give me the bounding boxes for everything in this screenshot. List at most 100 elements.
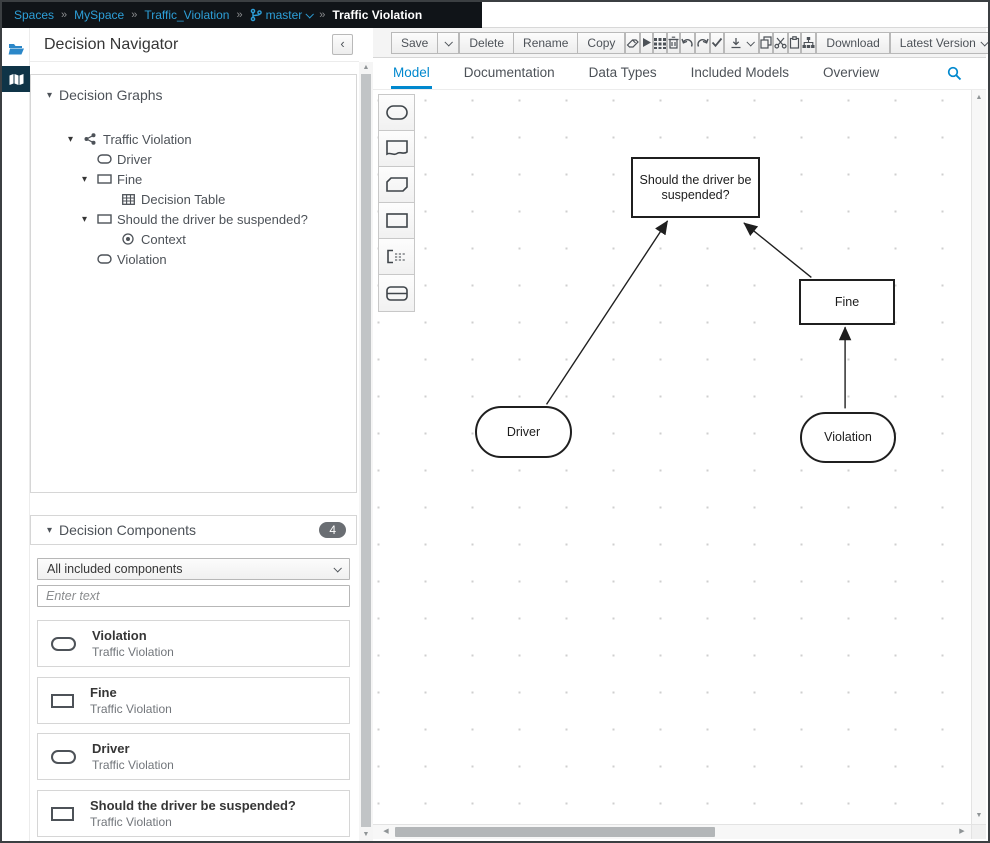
input-data-icon xyxy=(51,637,76,651)
tab-included-models[interactable]: Included Models xyxy=(689,58,791,89)
tree-item-driver[interactable]: ▾ Driver xyxy=(31,149,356,169)
copy-button[interactable]: Copy xyxy=(578,32,625,54)
scrollbar-thumb[interactable] xyxy=(361,74,371,827)
save-button[interactable]: Save xyxy=(391,32,438,54)
collapse-panel-button[interactable]: ‹ xyxy=(332,34,353,55)
tree-item-violation[interactable]: ▾ Violation xyxy=(31,249,356,269)
decision-table-icon xyxy=(120,194,136,205)
business-knowledge-model-icon xyxy=(386,177,408,192)
input-data-icon xyxy=(51,750,76,764)
component-card-suspended[interactable]: Should the driver be suspended? Traffic … xyxy=(37,790,350,837)
copy-selection-button[interactable] xyxy=(759,32,773,54)
decision-icon xyxy=(386,213,408,228)
caret-down-icon[interactable]: ▾ xyxy=(64,134,77,145)
scroll-down-icon[interactable]: ▼ xyxy=(359,829,373,841)
knowledge-source-icon xyxy=(386,140,408,157)
edge-fine-to-suspended xyxy=(744,223,811,278)
clone-icon xyxy=(760,36,772,49)
clear-canvas-button[interactable] xyxy=(625,32,640,54)
download-button[interactable]: Download xyxy=(816,32,889,54)
cut-icon xyxy=(774,37,787,49)
palette-text-annotation[interactable] xyxy=(379,239,414,275)
chevron-down-icon xyxy=(445,38,453,46)
delete-button[interactable]: Delete xyxy=(459,32,514,54)
decision-navigator-dock-item[interactable] xyxy=(2,66,30,92)
component-card-fine[interactable]: Fine Traffic Violation xyxy=(37,677,350,724)
grid-icon xyxy=(654,37,666,49)
scroll-left-icon[interactable]: ◀ xyxy=(379,825,393,839)
export-menu-button[interactable] xyxy=(724,32,759,54)
preview-grid-button[interactable] xyxy=(653,32,667,54)
scroll-right-icon[interactable]: ▶ xyxy=(955,825,969,839)
perform-automatic-layout-button[interactable] xyxy=(801,32,816,54)
tab-overview[interactable]: Overview xyxy=(821,58,881,89)
redo-button[interactable] xyxy=(695,32,710,54)
decision-service-icon xyxy=(386,286,408,301)
panel-title: Decision Navigator xyxy=(44,36,178,54)
chevron-down-icon xyxy=(747,38,755,46)
tree-item-suspended[interactable]: ▾ Should the driver be suspended? xyxy=(31,209,356,229)
panel-scrollbar[interactable]: ▲ ▼ xyxy=(359,62,373,841)
tree-item-fine[interactable]: ▾ Fine xyxy=(31,169,356,189)
paste-button[interactable] xyxy=(788,32,801,54)
tree-item-decision-table[interactable]: Decision Table xyxy=(31,189,356,209)
breadcrumb-separator: » xyxy=(131,9,137,21)
decision-node-suspended[interactable]: Should the driver be suspended? xyxy=(631,157,760,218)
decision-components-header: ▾ Decision Components 4 xyxy=(30,515,357,545)
scroll-up-icon[interactable]: ▲ xyxy=(359,62,373,74)
decision-graphs-box: ▾ Decision Graphs ▾ Traffic Violation ▾ … xyxy=(30,74,357,493)
save-menu-button[interactable] xyxy=(438,32,459,54)
folder-open-icon xyxy=(8,42,25,56)
palette-decision[interactable] xyxy=(379,203,414,239)
tree-item-traffic-violation[interactable]: ▾ Traffic Violation xyxy=(31,129,356,149)
decision-components-section-toggle[interactable]: ▾ Decision Components xyxy=(47,522,196,538)
caret-down-icon[interactable]: ▾ xyxy=(78,174,91,185)
breadcrumb-current: Traffic Violation xyxy=(332,8,422,22)
confirm-button[interactable] xyxy=(710,32,724,54)
palette-decision-service[interactable] xyxy=(379,275,414,311)
delete-selection-button[interactable] xyxy=(667,32,680,54)
search-button[interactable] xyxy=(947,66,962,81)
canvas-vertical-scrollbar[interactable]: ▲ ▼ xyxy=(971,90,986,824)
context-icon xyxy=(120,233,136,245)
input-node-violation[interactable]: Violation xyxy=(800,412,896,463)
tab-documentation[interactable]: Documentation xyxy=(462,58,557,89)
edge-driver-to-suspended xyxy=(547,221,668,404)
tree-item-context[interactable]: Context xyxy=(31,229,356,249)
paste-icon xyxy=(789,36,800,49)
editor-tabs: Model Documentation Data Types Included … xyxy=(373,58,986,90)
sitemap-icon xyxy=(802,36,815,49)
component-card-driver[interactable]: Driver Traffic Violation xyxy=(37,733,350,780)
breadcrumb-separator: » xyxy=(61,9,67,21)
dmn-canvas[interactable]: Should the driver be suspended? Fine Dri… xyxy=(373,90,971,824)
components-filter-select[interactable]: All included components xyxy=(37,558,350,580)
input-node-driver[interactable]: Driver xyxy=(475,406,572,458)
palette-business-knowledge-model[interactable] xyxy=(379,167,414,203)
breadcrumb-branch-selector[interactable]: master xyxy=(250,8,313,22)
components-search-input[interactable] xyxy=(37,585,350,607)
breadcrumb-project[interactable]: Traffic_Violation xyxy=(144,8,229,22)
scroll-down-icon[interactable]: ▼ xyxy=(972,810,986,822)
caret-down-icon[interactable]: ▾ xyxy=(78,214,91,225)
rename-button[interactable]: Rename xyxy=(514,32,578,54)
component-card-violation[interactable]: Violation Traffic Violation xyxy=(37,620,350,667)
palette-knowledge-source[interactable] xyxy=(379,131,414,167)
scroll-up-icon[interactable]: ▲ xyxy=(972,92,986,104)
tab-data-types[interactable]: Data Types xyxy=(587,58,659,89)
cut-button[interactable] xyxy=(773,32,788,54)
undo-button[interactable] xyxy=(680,32,695,54)
breadcrumb-spaces[interactable]: Spaces xyxy=(14,8,54,22)
project-explorer-dock-item[interactable] xyxy=(2,36,30,62)
version-select-button[interactable]: Latest Version xyxy=(890,32,990,54)
validate-run-button[interactable] xyxy=(640,32,653,54)
breadcrumb-separator: » xyxy=(236,9,242,21)
decision-node-fine[interactable]: Fine xyxy=(799,279,895,325)
breadcrumb-myspace[interactable]: MySpace xyxy=(74,8,124,22)
play-icon xyxy=(641,37,652,48)
tab-model[interactable]: Model xyxy=(391,58,432,89)
decision-graphs-section-toggle[interactable]: ▾ Decision Graphs xyxy=(31,87,356,103)
scrollbar-thumb[interactable] xyxy=(395,827,715,837)
palette-input-data[interactable] xyxy=(379,95,414,131)
breadcrumb-bar: Spaces » MySpace » Traffic_Violation » m… xyxy=(2,2,988,28)
canvas-horizontal-scrollbar[interactable]: ◀ ▶ xyxy=(373,824,971,839)
